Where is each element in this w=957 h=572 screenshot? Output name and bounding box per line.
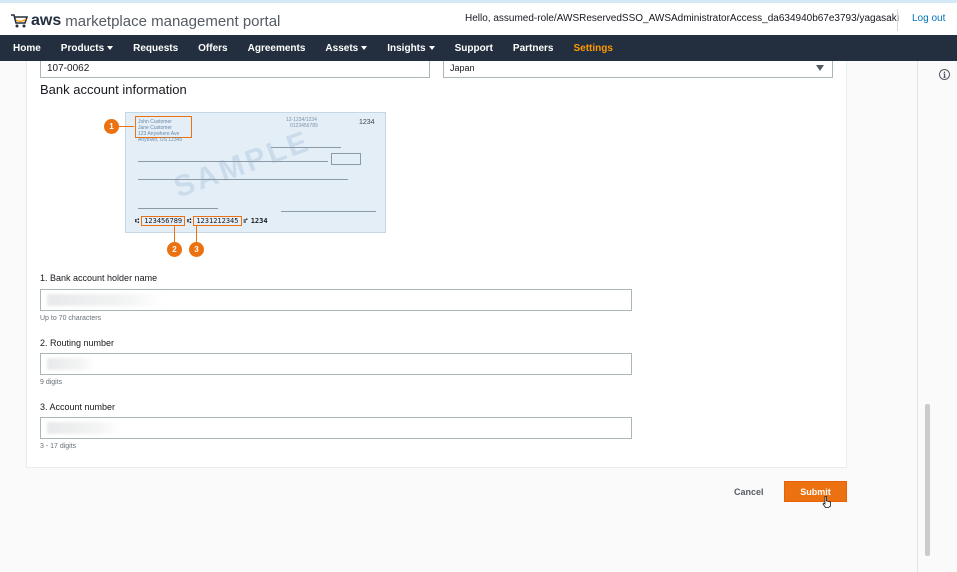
- user-greeting: Hello, assumed-role/AWSReservedSSO_AWSAd…: [465, 13, 899, 24]
- chevron-down-icon: [816, 65, 824, 71]
- redacted-value: [47, 422, 119, 434]
- check-micr-line: ⑆ 123456789 ⑆ 1231212345 ⑈ 1234: [135, 216, 268, 226]
- scrollbar-thumb[interactable]: [925, 404, 930, 556]
- info-icon[interactable]: i: [939, 69, 950, 80]
- logo-portal-text: marketplace management portal: [65, 12, 281, 30]
- logo-aws-text: aws: [31, 12, 62, 29]
- check-account-top: 0123456789: [290, 123, 318, 129]
- callout-badge-1: 1: [104, 119, 119, 134]
- nav-partners[interactable]: Partners: [513, 43, 554, 54]
- cart-icon: [11, 14, 28, 28]
- micr-account: 1231212345: [193, 216, 242, 226]
- holder-name-label: 1. Bank account holder name: [40, 273, 158, 283]
- nav-settings[interactable]: Settings: [573, 43, 612, 54]
- check-memo-line: [138, 208, 218, 209]
- pointer-cursor-icon: [822, 496, 831, 508]
- nav-assets[interactable]: Assets: [325, 43, 368, 54]
- callout-badge-2: 2: [167, 242, 182, 257]
- check-name-block: John Customer Jane Customer 123 Anywhere…: [135, 116, 192, 143]
- routing-number-input[interactable]: [40, 353, 632, 375]
- check-payee-line: [138, 161, 328, 162]
- chevron-down-icon: [361, 45, 368, 50]
- postal-code-input[interactable]: 107-0062: [40, 61, 430, 78]
- divider: [897, 9, 898, 31]
- account-number-hint: 3 - 17 digits: [40, 443, 77, 450]
- redacted-value: [47, 294, 162, 306]
- top-bar: aws marketplace management portal Hello,…: [0, 0, 957, 35]
- routing-number-label: 2. Routing number: [40, 338, 115, 348]
- check-signature-line: [281, 211, 376, 212]
- callout-leader-1: [118, 126, 134, 127]
- callout-badge-3: 3: [189, 242, 204, 257]
- aws-marketplace-logo[interactable]: aws marketplace management portal: [10, 9, 280, 33]
- micr-check-number: 1234: [250, 217, 268, 225]
- section-title: Bank account information: [40, 82, 187, 97]
- sample-check-image: SAMPLE John Customer Jane Customer 123 A…: [125, 112, 386, 233]
- country-select[interactable]: Japan: [443, 61, 833, 78]
- nav-requests[interactable]: Requests: [133, 43, 178, 54]
- nav-offers[interactable]: Offers: [198, 43, 227, 54]
- cancel-button[interactable]: Cancel: [734, 487, 764, 497]
- account-number-label: 3. Account number: [40, 402, 116, 412]
- redacted-value: [47, 358, 95, 370]
- submit-button[interactable]: Submit: [784, 481, 847, 502]
- check-amount-box: [331, 153, 361, 165]
- nav-agreements[interactable]: Agreements: [248, 43, 306, 54]
- nav-home[interactable]: Home: [13, 43, 41, 54]
- check-amount-words-line: [138, 179, 348, 180]
- chevron-down-icon: [428, 45, 435, 50]
- country-select-value: Japan: [450, 63, 475, 73]
- holder-name-input[interactable]: [40, 289, 632, 311]
- holder-name-hint: Up to 70 characters: [40, 315, 102, 322]
- routing-number-hint: 9 digits: [40, 379, 63, 386]
- check-date-line: [271, 147, 341, 148]
- nav-insights[interactable]: Insights: [387, 43, 435, 54]
- main-nav: Home Products Requests Offers Agreements…: [0, 35, 957, 61]
- nav-support[interactable]: Support: [455, 43, 493, 54]
- logout-link[interactable]: Log out: [912, 13, 945, 24]
- check-number: 1234: [359, 119, 375, 126]
- chevron-down-icon: [107, 45, 114, 50]
- account-number-input[interactable]: [40, 417, 632, 439]
- side-panel-divider: [917, 61, 918, 572]
- micr-routing: 123456789: [141, 216, 186, 226]
- nav-products[interactable]: Products: [61, 43, 114, 54]
